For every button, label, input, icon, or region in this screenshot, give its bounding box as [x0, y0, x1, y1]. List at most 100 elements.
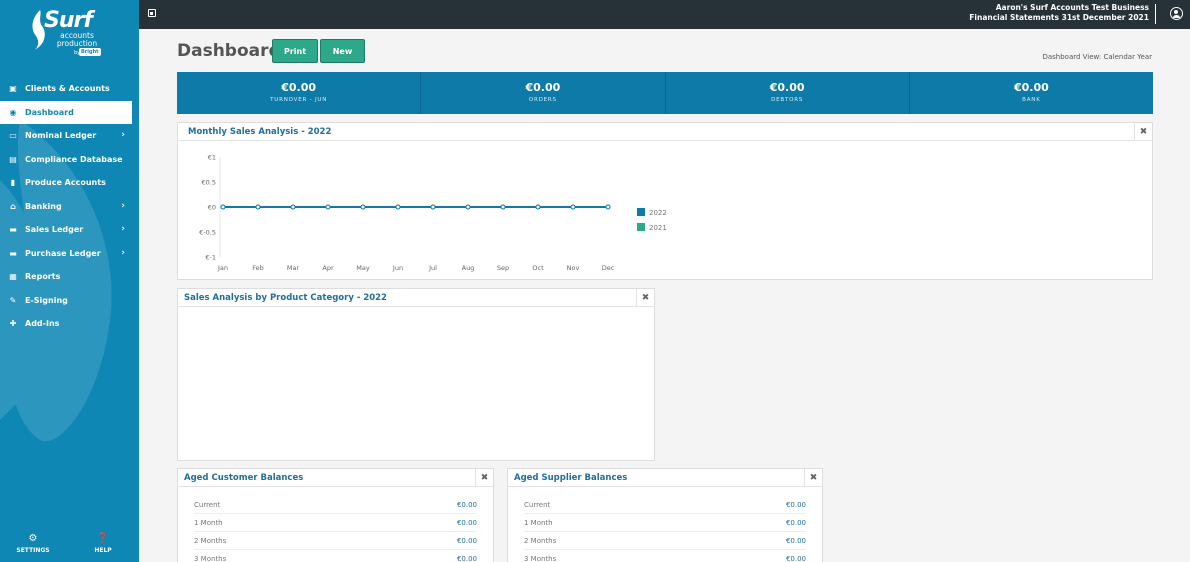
surf-logo[interactable]: Surf accounts production by Bright — [30, 8, 110, 62]
x-tick-label: Jul — [428, 264, 437, 272]
x-tick-label: Nov — [567, 264, 580, 272]
clients-icon: ▣ — [9, 84, 17, 94]
x-tick-label: Oct — [532, 264, 544, 272]
sidebar-item-sales-ledger[interactable]: ▬ Sales Ledger › — [0, 218, 139, 242]
dashboard-view-label[interactable]: Dashboard View: Calendar Year — [1042, 53, 1152, 61]
close-icon[interactable]: ✖ — [1134, 123, 1152, 141]
x-tick-label: Dec — [602, 264, 615, 272]
balance-label: Current — [524, 500, 551, 509]
sidebar-item-purchase-ledger[interactable]: ▬ Purchase Ledger › — [0, 242, 139, 266]
aged-customer-panel: Aged Customer Balances ✖ Current €0.00 1 M… — [177, 468, 494, 562]
business-name: Aaron's Surf Accounts Test Business — [995, 3, 1149, 12]
balance-value[interactable]: €0.00 — [457, 501, 477, 509]
product-category-panel: Sales Analysis by Product Category - 202… — [177, 288, 655, 461]
data-point — [605, 204, 611, 210]
panel-header: Aged Customer Balances ✖ — [178, 469, 493, 487]
balance-label: 2 Months — [524, 536, 557, 545]
x-tick-label: May — [356, 264, 370, 272]
balance-value[interactable]: €0.00 — [786, 537, 806, 545]
balance-value[interactable]: €0.00 — [457, 537, 477, 545]
sidebar-item-compliance-database[interactable]: ▤ Compliance Database — [0, 148, 139, 172]
sidebar-item-e-signing[interactable]: ✎ E-Signing — [0, 289, 139, 313]
stat-label: DEBTORS — [771, 97, 804, 103]
sidebar-item-label: Dashboard — [25, 107, 74, 117]
table-row: 2 Months €0.00 — [524, 532, 806, 550]
data-point — [255, 204, 261, 210]
database-icon: ▤ — [9, 154, 17, 164]
chevron-right-icon: › — [121, 200, 125, 211]
sidebar-item-label: Nominal Ledger — [25, 131, 97, 141]
sidebar: Surf accounts production by Bright ▣ Clie… — [0, 0, 139, 562]
panel-title: Monthly Sales Analysis - 2022 — [188, 126, 332, 137]
help-label: HELP — [94, 547, 112, 554]
balance-label: 2 Months — [194, 536, 227, 545]
sidebar-item-produce-accounts[interactable]: ▮ Produce Accounts — [0, 171, 139, 195]
user-icon[interactable] — [1170, 7, 1183, 20]
sidebar-item-label: Compliance Database — [25, 154, 123, 164]
legend-swatch — [637, 208, 645, 216]
settings-button[interactable]: ⚙ SETTINGS — [13, 533, 53, 554]
table-row: 1 Month €0.00 — [524, 514, 806, 532]
dashboard-icon: ◉ — [9, 107, 17, 117]
stat-value: €0.00 — [525, 81, 561, 94]
stat-card[interactable]: €0.00 ORDERS — [421, 72, 666, 114]
legend-swatch — [637, 223, 645, 231]
balance-label: Current — [194, 500, 221, 509]
aged-supplier-panel: Aged Supplier Balances ✖ Current €0.00 1 M… — [507, 468, 823, 562]
y-tick-label: €0 — [208, 204, 216, 212]
stat-card[interactable]: €0.00 DEBTORS — [666, 72, 910, 114]
data-point — [395, 204, 401, 210]
sidebar-item-label: Sales Ledger — [25, 225, 84, 235]
stat-card[interactable]: €0.00 BANK — [910, 72, 1153, 114]
close-icon[interactable]: ✖ — [475, 469, 493, 487]
sidebar-item-clients-accounts[interactable]: ▣ Clients & Accounts — [0, 77, 139, 101]
chevron-right-icon: › — [121, 224, 125, 234]
sidebar-item-nominal-ledger[interactable]: ▭ Nominal Ledger › — [0, 124, 139, 148]
balance-label: 3 Months — [194, 554, 227, 562]
sidebar-item-banking[interactable]: ⌂ Banking › — [0, 195, 139, 219]
sidebar-item-label: Purchase Ledger — [25, 248, 101, 258]
signing-icon: ✎ — [9, 295, 17, 305]
sidebar-item-reports[interactable]: ▦ Reports — [0, 265, 139, 289]
balance-value[interactable]: €0.00 — [786, 501, 806, 509]
balance-value[interactable]: €0.00 — [786, 555, 806, 562]
sidebar-item-dashboard[interactable]: ◉ Dashboard — [0, 100, 132, 124]
document-icon: ▮ — [10, 178, 16, 188]
monthly-sales-panel: Monthly Sales Analysis - 2022 ✖ €1 €0.5 €0… — [177, 122, 1153, 280]
balance-label: 1 Month — [524, 518, 553, 527]
new-button[interactable]: New — [320, 39, 365, 63]
print-button[interactable]: Print — [272, 39, 318, 63]
sidebar-item-add-ins[interactable]: ✚ Add-Ins — [0, 312, 139, 336]
x-tick-label: Apr — [322, 264, 334, 272]
data-point — [430, 204, 436, 210]
data-point — [325, 204, 331, 210]
business-info: Aaron's Surf Accounts Test Business Fina… — [969, 3, 1149, 23]
y-tick-label: €1 — [208, 154, 216, 162]
stat-card[interactable]: €0.00 TURNOVER - JUN — [177, 72, 422, 114]
data-point — [290, 204, 296, 210]
sidebar-item-label: Clients & Accounts — [25, 84, 110, 94]
close-icon[interactable]: ✖ — [636, 289, 654, 307]
y-tick-label: €-1 — [205, 254, 216, 262]
balance-value[interactable]: €0.00 — [786, 519, 806, 527]
balance-value[interactable]: €0.00 — [457, 555, 477, 562]
stat-value: €0.00 — [769, 81, 805, 94]
close-icon[interactable]: ✖ — [804, 469, 822, 487]
gear-icon: ⚙ — [28, 533, 38, 544]
x-tick-label: Sep — [497, 264, 509, 272]
sidebar-item-label: Add-Ins — [25, 319, 60, 329]
x-tick-label: Jan — [217, 264, 228, 272]
top-bar: Aaron's Surf Accounts Test Business Fina… — [139, 0, 1190, 29]
stat-label: BANK — [1022, 97, 1041, 103]
balance-value[interactable]: €0.00 — [457, 519, 477, 527]
bank-icon: ⌂ — [10, 201, 16, 211]
stat-value: €0.00 — [1013, 81, 1049, 94]
bright-badge: Bright — [79, 48, 101, 56]
help-button[interactable]: ❓ HELP — [83, 533, 123, 554]
stats-strip: €0.00 TURNOVER - JUN €0.00 ORDERS €0.00 DEBTO… — [177, 72, 1153, 114]
x-tick-label: Aug — [462, 264, 475, 272]
table-row: 3 Months €0.00 — [524, 550, 806, 562]
menu-toggle-icon[interactable] — [148, 9, 156, 17]
sidebar-nav: ▣ Clients & Accounts ◉ Dashboard ▭ Nominal Le… — [0, 77, 139, 336]
settings-label: SETTINGS — [16, 547, 50, 554]
